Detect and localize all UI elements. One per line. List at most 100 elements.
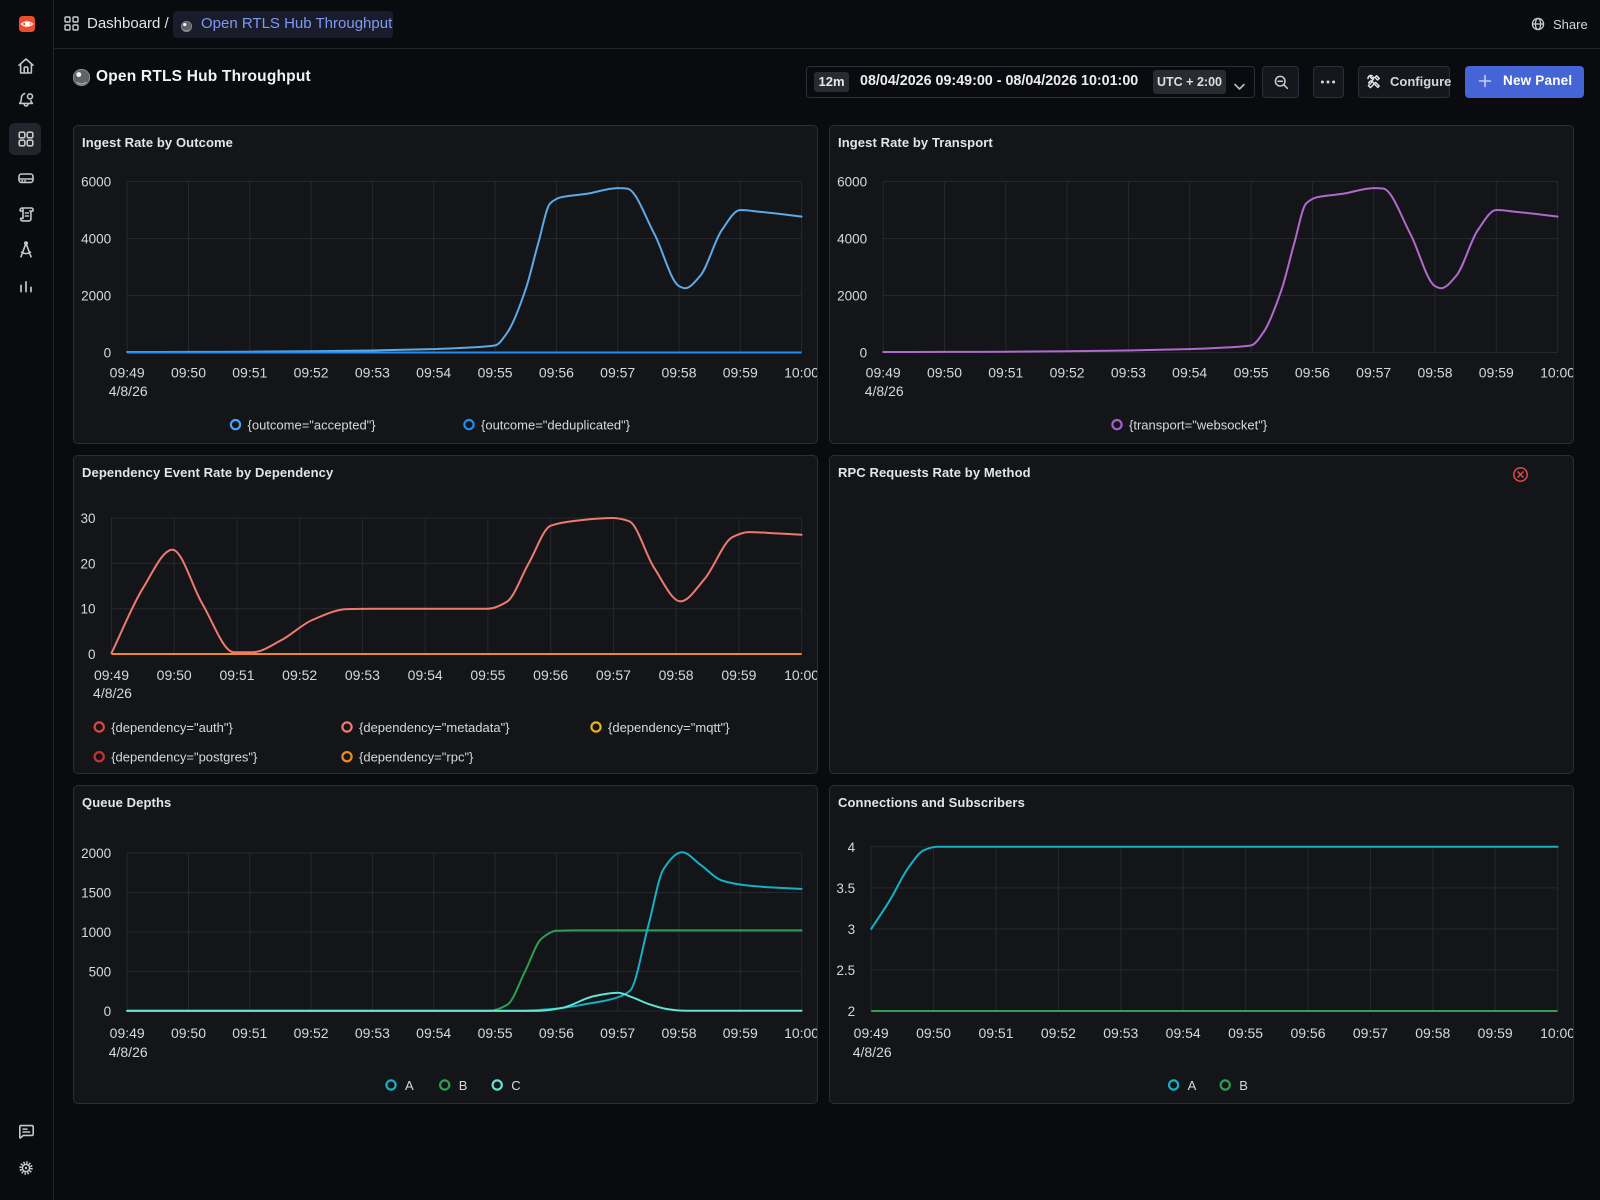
svg-text:A: A — [1188, 1078, 1197, 1093]
svg-text:09:49: 09:49 — [110, 1025, 145, 1041]
svg-text:09:59: 09:59 — [723, 365, 758, 381]
svg-text:1500: 1500 — [81, 886, 111, 901]
svg-text:09:57: 09:57 — [1353, 1025, 1388, 1041]
svg-text:09:52: 09:52 — [1050, 365, 1085, 381]
svg-text:09:58: 09:58 — [661, 1025, 696, 1041]
svg-text:09:52: 09:52 — [294, 1025, 329, 1041]
svg-text:10:00: 10:00 — [784, 1025, 818, 1041]
svg-text:09:51: 09:51 — [219, 667, 254, 683]
svg-text:500: 500 — [89, 965, 112, 980]
svg-text:10: 10 — [80, 602, 95, 617]
svg-text:09:51: 09:51 — [232, 1025, 267, 1041]
svg-text:09:58: 09:58 — [1417, 365, 1452, 381]
svg-text:1000: 1000 — [81, 925, 111, 940]
svg-text:09:59: 09:59 — [723, 1025, 758, 1041]
svg-text:09:55: 09:55 — [470, 667, 505, 683]
svg-text:09:55: 09:55 — [478, 1025, 513, 1041]
svg-text:{dependency="postgres"}: {dependency="postgres"} — [111, 750, 258, 765]
svg-text:4000: 4000 — [837, 232, 867, 247]
svg-text:6000: 6000 — [81, 175, 111, 190]
svg-text:{outcome="accepted"}: {outcome="accepted"} — [248, 417, 377, 432]
svg-text:09:58: 09:58 — [659, 667, 694, 683]
svg-text:09:51: 09:51 — [988, 365, 1023, 381]
svg-text:2.5: 2.5 — [836, 963, 855, 978]
svg-text:09:49: 09:49 — [94, 667, 129, 683]
svg-text:09:58: 09:58 — [661, 365, 696, 381]
svg-text:6000: 6000 — [837, 175, 867, 190]
svg-text:{dependency="rpc"}: {dependency="rpc"} — [359, 750, 474, 765]
svg-text:2000: 2000 — [837, 289, 867, 304]
svg-text:C: C — [511, 1078, 520, 1093]
svg-text:{dependency="metadata"}: {dependency="metadata"} — [359, 720, 510, 735]
svg-text:09:59: 09:59 — [721, 667, 756, 683]
svg-text:09:50: 09:50 — [171, 365, 206, 381]
svg-text:0: 0 — [860, 346, 868, 361]
svg-text:10:00: 10:00 — [1540, 1025, 1574, 1041]
svg-text:09:54: 09:54 — [408, 667, 443, 683]
svg-text:30: 30 — [80, 511, 95, 526]
svg-text:09:53: 09:53 — [345, 667, 380, 683]
svg-text:09:51: 09:51 — [978, 1025, 1013, 1041]
svg-text:4/8/26: 4/8/26 — [865, 383, 904, 399]
svg-text:3: 3 — [848, 922, 856, 937]
svg-text:4/8/26: 4/8/26 — [853, 1044, 892, 1060]
svg-text:09:50: 09:50 — [157, 667, 192, 683]
svg-text:20: 20 — [80, 556, 95, 571]
svg-text:B: B — [1239, 1078, 1248, 1093]
svg-text:0: 0 — [88, 647, 96, 662]
svg-text:09:58: 09:58 — [1415, 1025, 1450, 1041]
svg-text:09:53: 09:53 — [1103, 1025, 1138, 1041]
svg-text:09:57: 09:57 — [600, 1025, 635, 1041]
svg-text:09:56: 09:56 — [539, 365, 574, 381]
svg-text:09:52: 09:52 — [282, 667, 317, 683]
svg-text:10:00: 10:00 — [784, 667, 818, 683]
svg-text:09:59: 09:59 — [1479, 365, 1514, 381]
svg-text:0: 0 — [104, 1004, 112, 1019]
svg-text:{outcome="deduplicated"}: {outcome="deduplicated"} — [481, 417, 631, 432]
svg-text:2000: 2000 — [81, 846, 111, 861]
svg-text:09:59: 09:59 — [1478, 1025, 1513, 1041]
svg-text:B: B — [459, 1078, 468, 1093]
svg-text:4/8/26: 4/8/26 — [109, 383, 148, 399]
svg-text:3.5: 3.5 — [836, 881, 855, 896]
svg-text:09:56: 09:56 — [1290, 1025, 1325, 1041]
svg-text:09:53: 09:53 — [1111, 365, 1146, 381]
svg-text:{dependency="mqtt"}: {dependency="mqtt"} — [608, 720, 730, 735]
svg-text:4: 4 — [848, 840, 856, 855]
svg-text:09:54: 09:54 — [416, 365, 451, 381]
svg-text:09:57: 09:57 — [1356, 365, 1391, 381]
svg-text:10:00: 10:00 — [784, 365, 818, 381]
svg-text:4/8/26: 4/8/26 — [93, 685, 132, 701]
svg-text:09:50: 09:50 — [171, 1025, 206, 1041]
svg-text:{transport="websocket"}: {transport="websocket"} — [1129, 417, 1268, 432]
svg-text:09:51: 09:51 — [232, 365, 267, 381]
svg-text:09:56: 09:56 — [539, 1025, 574, 1041]
svg-text:0: 0 — [104, 346, 112, 361]
svg-text:4/8/26: 4/8/26 — [109, 1044, 148, 1060]
svg-text:10:00: 10:00 — [1540, 365, 1574, 381]
svg-text:09:49: 09:49 — [854, 1025, 889, 1041]
svg-text:09:53: 09:53 — [355, 1025, 390, 1041]
svg-text:{dependency="auth"}: {dependency="auth"} — [111, 720, 233, 735]
svg-text:2000: 2000 — [81, 289, 111, 304]
svg-text:09:56: 09:56 — [1295, 365, 1330, 381]
svg-text:09:52: 09:52 — [1041, 1025, 1076, 1041]
svg-text:09:49: 09:49 — [866, 365, 901, 381]
svg-text:09:55: 09:55 — [1234, 365, 1269, 381]
svg-text:09:55: 09:55 — [1228, 1025, 1263, 1041]
svg-text:09:52: 09:52 — [294, 365, 329, 381]
svg-text:4000: 4000 — [81, 232, 111, 247]
svg-text:09:54: 09:54 — [1166, 1025, 1201, 1041]
svg-text:09:49: 09:49 — [110, 365, 145, 381]
svg-text:A: A — [405, 1078, 414, 1093]
svg-text:09:57: 09:57 — [596, 667, 631, 683]
svg-text:09:54: 09:54 — [416, 1025, 451, 1041]
svg-text:09:55: 09:55 — [478, 365, 513, 381]
svg-text:09:53: 09:53 — [355, 365, 390, 381]
svg-text:09:57: 09:57 — [600, 365, 635, 381]
svg-text:2: 2 — [848, 1004, 856, 1019]
svg-text:09:56: 09:56 — [533, 667, 568, 683]
svg-text:09:50: 09:50 — [927, 365, 962, 381]
svg-text:09:54: 09:54 — [1172, 365, 1207, 381]
svg-text:09:50: 09:50 — [916, 1025, 951, 1041]
